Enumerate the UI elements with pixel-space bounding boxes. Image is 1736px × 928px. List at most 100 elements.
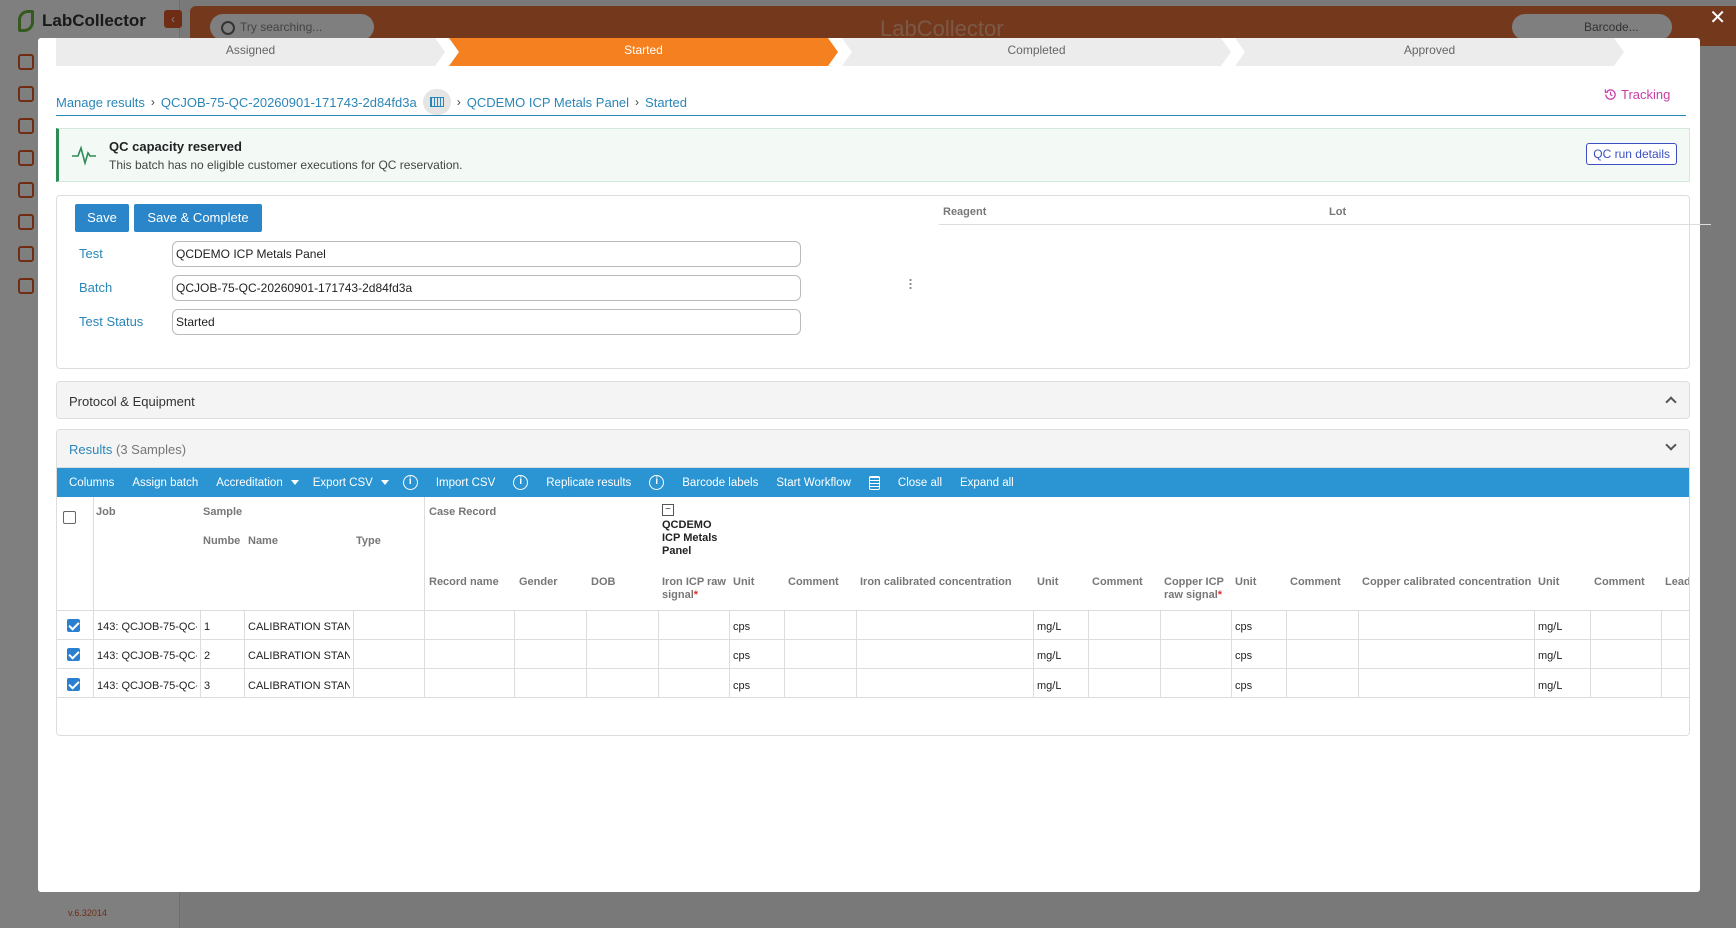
tracking-link[interactable]: Tracking [1604,87,1670,102]
qc-run-details-button[interactable]: QC run details [1586,143,1677,165]
expand-all-button[interactable]: Expand all [960,477,1014,489]
chevron-up-icon[interactable] [1665,396,1677,408]
iron-unit-cell: cps [733,650,751,662]
test-status-field[interactable]: Started [172,309,801,335]
col-divider [1286,610,1287,697]
col-divider [244,610,245,697]
iron-cal-unit-cell: mg/L [1037,621,1062,633]
col-divider [353,610,354,697]
copper-raw-label: Copper ICP raw signal [1164,576,1224,601]
step-started[interactable]: Started [449,38,838,66]
copper-unit-column: Unit [1235,576,1257,588]
collapse-panel-icon[interactable]: − [662,504,674,516]
barcode-icon[interactable] [422,89,451,115]
results-section-header[interactable]: Results (3 Samples) [57,430,1689,468]
sample-type-column: Type [356,535,381,547]
sample-number-column: Number [203,535,241,547]
row-checkbox[interactable] [67,619,80,632]
results-table: Job Sample Number Name Type Case Record … [57,497,1689,735]
batch-label: Batch [79,280,113,295]
pulse-icon [72,145,96,166]
qc-capacity-alert: QC capacity reserved This batch has no e… [56,128,1690,182]
breadcrumb-status[interactable]: Started [645,95,687,110]
info-icon[interactable]: i [402,475,418,490]
assign-batch-button[interactable]: Assign batch [132,477,198,489]
panel-group-header: QCDEMO ICP Metals Panel [662,519,718,557]
iron-unit-cell: cps [733,680,751,692]
copper-unit-cell: cps [1235,621,1253,633]
caret-down-icon[interactable] [290,480,299,485]
select-all-checkbox[interactable] [63,511,76,524]
col-divider [586,610,587,697]
col-divider [1160,610,1161,697]
row-divider [57,639,1689,640]
breadcrumb-test[interactable]: QCDEMO ICP Metals Panel [467,95,629,110]
breadcrumb-job[interactable]: QCJOB-75-QC-20260901-171743-2d84fd3a [161,95,417,110]
sample-number-cell: 3 [204,680,211,692]
sample-name-cell[interactable]: CALIBRATION STANDARD [248,650,350,662]
sample-name-cell[interactable]: CALIBRATION STANDARD [248,621,350,633]
info-icon[interactable]: i [513,475,529,490]
job-cell[interactable]: 143: QCJOB-75-QC-20260901-171743-2d84fd3… [97,680,197,692]
panel-resize-handle[interactable] [909,278,912,290]
results-section-title: Results (3 Samples) [69,442,186,457]
accreditation-button[interactable]: Accreditation [216,477,282,489]
iron-cal-comment-column: Comment [1092,576,1143,588]
sample-name-cell[interactable]: CALIBRATION STANDARD [248,680,350,692]
job-cell[interactable]: 143: QCJOB-75-QC-20260901-171743-2d84fd3… [97,650,197,662]
chevron-right-icon: › [456,95,461,109]
close-all-button[interactable]: Close all [898,477,942,489]
sample-name-column: Name [248,535,278,547]
batch-field[interactable]: QCJOB-75-QC-20260901-171743-2d84fd3a [172,275,801,301]
test-form-panel: Save Save & Complete Test QCDEMO ICP Met… [56,195,1711,369]
breadcrumb: Manage results › QCJOB-75-QC-20260901-17… [56,89,687,115]
chevron-down-icon[interactable] [1665,439,1677,451]
col-divider [514,610,515,697]
test-status-label: Test Status [79,314,144,329]
sample-number-cell: 1 [204,621,211,633]
step-assigned[interactable]: Assigned [56,38,445,66]
results-toolbar: Columns Assign batch Accreditation Expor… [57,468,1689,497]
col-divider [1590,610,1591,697]
start-workflow-button[interactable]: Start Workflow [776,477,851,489]
save-button[interactable]: Save [75,204,129,232]
import-csv-button[interactable]: Import CSV [436,477,495,489]
alert-title: QC capacity reserved [109,139,242,154]
save-complete-button[interactable]: Save & Complete [134,204,262,232]
caret-down-icon[interactable] [380,480,389,485]
export-csv-button[interactable]: Export CSV [313,477,373,489]
copper-cal-unit-cell: mg/L [1538,621,1563,633]
chevron-right-icon: › [635,95,640,109]
iron-unit-column: Unit [733,576,755,588]
close-icon[interactable]: ✕ [1709,8,1726,28]
row-checkbox[interactable] [67,648,80,661]
copper-comment-column: Comment [1290,576,1341,588]
chevron-right-icon: › [150,95,155,109]
col-divider [1358,610,1359,697]
col-divider [1534,610,1535,697]
protocol-equipment-section[interactable]: Protocol & Equipment [56,381,1690,419]
case-record-column: Case Record [429,506,497,518]
row-checkbox[interactable] [67,678,80,691]
step-completed[interactable]: Completed [842,38,1231,66]
breadcrumb-manage-results[interactable]: Manage results [56,95,145,110]
columns-button[interactable]: Columns [69,477,114,489]
test-field[interactable]: QCDEMO ICP Metals Panel [172,241,801,267]
col-divider [784,610,785,697]
replicate-results-button[interactable]: Replicate results [546,477,631,489]
info-icon[interactable]: i [649,475,665,490]
row-divider [57,668,1689,669]
lot-column: Lot [1329,206,1347,218]
copper-cal-unit-column: Unit [1538,576,1560,588]
copper-unit-cell: cps [1235,650,1253,662]
calculator-icon[interactable] [868,475,880,490]
barcode-labels-button[interactable]: Barcode labels [682,477,758,489]
copper-calibrated-column: Copper calibrated concentration [1362,576,1532,588]
breadcrumb-divider [56,115,1686,116]
results-panel: Results (3 Samples) Columns Assign batch… [56,429,1690,736]
history-icon [1604,89,1616,100]
iron-unit-cell: cps [733,621,751,633]
step-approved[interactable]: Approved [1235,38,1624,66]
job-cell[interactable]: 143: QCJOB-75-QC-20260901-171743-2d84fd3… [97,621,197,633]
required-mark: * [1217,589,1223,601]
